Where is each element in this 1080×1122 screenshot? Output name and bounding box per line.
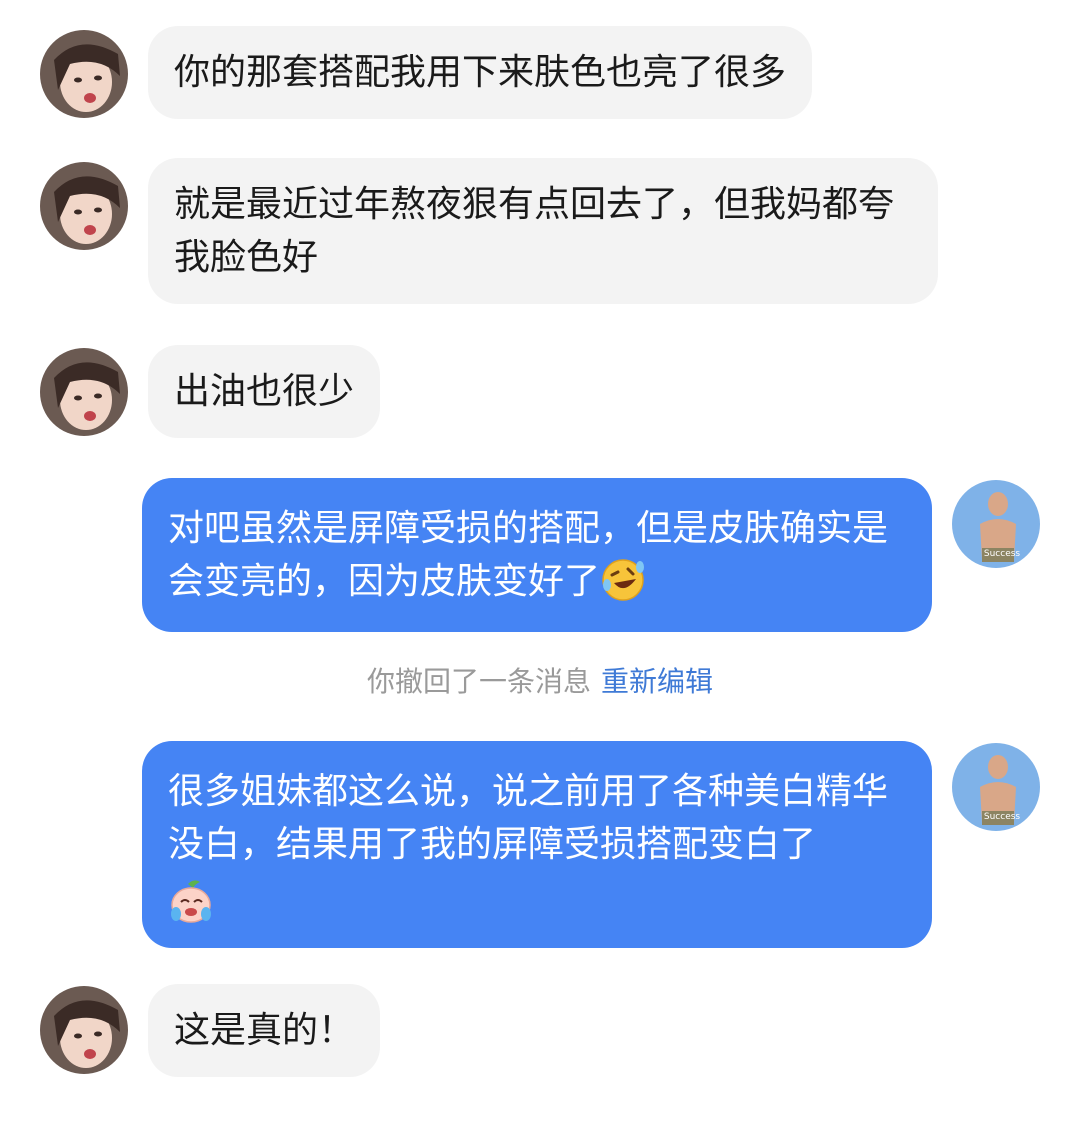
- my-avatar[interactable]: Success: [952, 480, 1040, 568]
- message-text: 对吧虽然是屏障受损的搭配，但是皮肤确实是会变亮的，因为皮肤变好了: [168, 508, 889, 602]
- message-bubble-outgoing[interactable]: 很多姐妹都这么说，说之前用了各种美白精华没白，结果用了我的屏障受损搭配变白了: [142, 741, 932, 948]
- contact-avatar[interactable]: [40, 986, 128, 1074]
- message-text: 你的那套搭配我用下来肤色也亮了很多: [174, 52, 787, 93]
- message-text: 很多姐妹都这么说，说之前用了各种美白精华没白，结果用了我的屏障受损搭配变白了: [168, 771, 889, 865]
- recall-notice-text: 你撤回了一条消息: [366, 665, 591, 698]
- message-text: 就是最近过年熬夜狠有点回去了，但我妈都夸我脸色好: [174, 184, 895, 278]
- message-text: 出油也很少: [174, 371, 355, 412]
- message-text: 这是真的！: [174, 1010, 355, 1051]
- my-avatar[interactable]: Success: [952, 743, 1040, 831]
- message-bubble-incoming[interactable]: 你的那套搭配我用下来肤色也亮了很多: [148, 26, 813, 119]
- avatar-caption: Success: [984, 812, 1021, 822]
- contact-avatar[interactable]: [40, 348, 128, 436]
- contact-avatar[interactable]: [40, 162, 128, 250]
- avatar-caption: Success: [984, 549, 1021, 559]
- recall-notice: 你撤回了一条消息 重新编辑: [0, 662, 1080, 702]
- crying-peach-emoji: [168, 878, 214, 924]
- message-bubble-incoming[interactable]: 这是真的！: [148, 984, 381, 1077]
- message-bubble-incoming[interactable]: 出油也很少: [148, 345, 381, 438]
- rolling-on-floor-laughing-emoji: [600, 557, 646, 603]
- message-bubble-incoming[interactable]: 就是最近过年熬夜狠有点回去了，但我妈都夸我脸色好: [148, 158, 938, 304]
- contact-avatar[interactable]: [40, 30, 128, 118]
- message-bubble-outgoing[interactable]: 对吧虽然是屏障受损的搭配，但是皮肤确实是会变亮的，因为皮肤变好了: [142, 478, 932, 632]
- re-edit-link[interactable]: 重新编辑: [601, 665, 713, 698]
